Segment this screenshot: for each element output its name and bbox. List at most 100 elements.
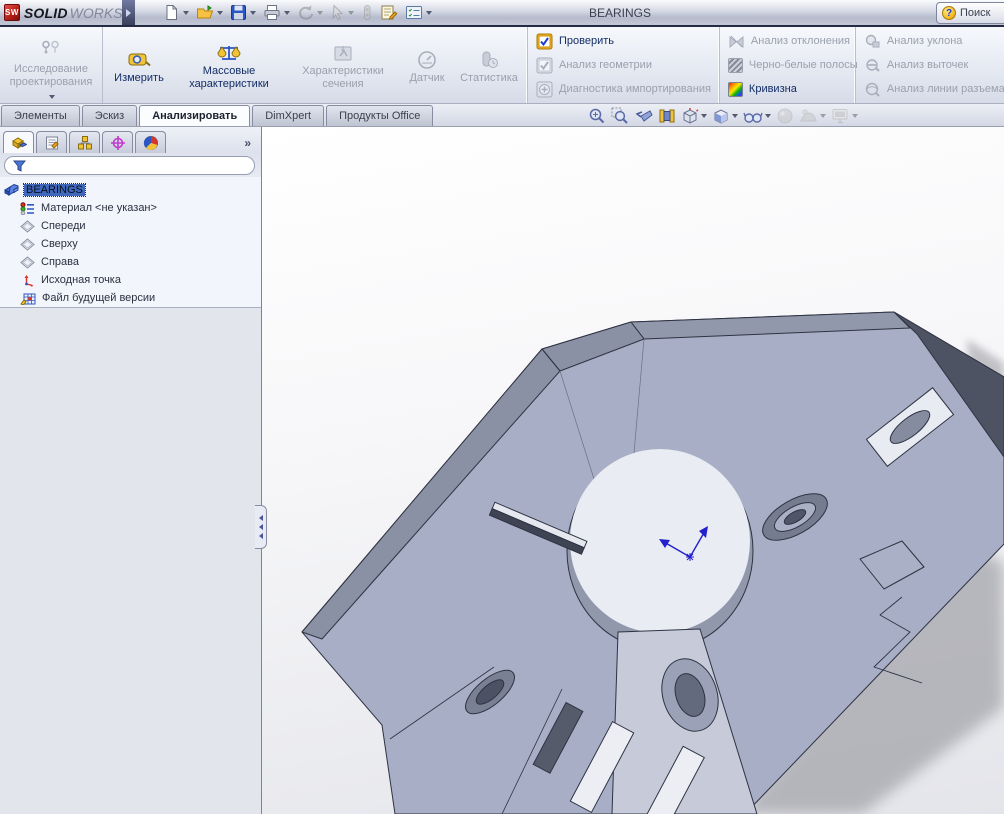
rebuild-icon [361, 4, 373, 21]
design-study-caret-icon [49, 95, 55, 99]
undo-caret-icon [317, 11, 323, 15]
print-caret-icon [284, 11, 290, 15]
undercut-analysis-icon [864, 57, 881, 74]
geometry-analysis-button[interactable]: Анализ геометрии [533, 55, 714, 76]
check-label: Проверить [559, 35, 614, 47]
draft-analysis-button[interactable]: Анализ уклона [861, 31, 1004, 52]
menu-expand-button[interactable] [122, 0, 135, 25]
previous-view-button[interactable] [634, 107, 653, 125]
select-button[interactable] [328, 3, 356, 22]
design-study-icon [40, 40, 62, 56]
title-bar: SW SOLIDWORKS [0, 0, 1004, 27]
tab-evaluate-label: Анализировать [152, 110, 237, 122]
deviation-analysis-button[interactable]: Анализ отклонения [725, 31, 861, 52]
tab-features[interactable]: Элементы [1, 105, 80, 126]
save-caret-icon [250, 11, 256, 15]
options-icon [405, 4, 423, 21]
apply-scene-button[interactable] [799, 107, 826, 125]
display-manager-tab[interactable] [135, 131, 166, 153]
design-study-button[interactable]: Исследование проектирования [5, 30, 97, 100]
undo-button[interactable] [295, 3, 325, 22]
tab-dimxpert[interactable]: DimXpert [252, 105, 324, 126]
heads-up-view-toolbar [588, 105, 858, 126]
tree-item-origin[interactable]: Исходная точка [2, 271, 261, 289]
tab-sketch[interactable]: Эскиз [82, 105, 137, 126]
tree-item-part[interactable]: BEARINGS [2, 181, 261, 199]
property-manager-tab[interactable] [36, 131, 67, 153]
parting-line-analysis-icon [864, 81, 881, 98]
section-view-button[interactable] [658, 107, 676, 125]
display-style-button[interactable] [712, 107, 738, 125]
tree-item-right-plane[interactable]: Справа [2, 253, 261, 271]
check-button[interactable]: Проверить [533, 31, 714, 52]
ribbon-group-display-analysis: Анализ отклонения Черно-белые полосы Кри… [719, 27, 855, 103]
feature-tree: BEARINGS Материал <не указан> Спереди Св… [0, 177, 261, 308]
future-version-icon [20, 292, 36, 305]
tab-dimxpert-label: DimXpert [265, 110, 311, 122]
statistics-button[interactable]: Статистика [456, 44, 522, 87]
zebra-stripes-icon [728, 58, 743, 73]
undercut-analysis-button[interactable]: Анализ выточек [861, 55, 1004, 76]
display-manager-icon [143, 135, 159, 151]
collapse-arrow-icon [259, 515, 263, 521]
panel-collapse-handle[interactable] [255, 505, 267, 549]
solidworks-logo: SW SOLIDWORKS [0, 0, 122, 25]
view-settings-button[interactable] [831, 107, 858, 125]
options-button[interactable] [403, 3, 434, 22]
rebuild-button[interactable] [359, 3, 375, 22]
edit-appearance-button[interactable] [776, 107, 794, 125]
main-area: » BEARINGS Материал <не указан> Спереди [0, 127, 1004, 814]
file-properties-button[interactable] [378, 3, 400, 22]
undercut-analysis-label: Анализ выточек [887, 59, 968, 71]
print-button[interactable] [261, 3, 292, 22]
dimxpert-manager-tab[interactable] [102, 131, 133, 153]
save-button[interactable] [228, 3, 258, 22]
manager-tabs-overflow-button[interactable]: » [244, 136, 257, 153]
curvature-button[interactable]: Кривизна [725, 79, 861, 100]
plane-icon [20, 238, 35, 251]
tree-filter-input[interactable] [30, 160, 246, 172]
bearings-model[interactable] [262, 127, 1004, 814]
check-icon [536, 33, 553, 50]
configuration-manager-tab[interactable] [69, 131, 100, 153]
configuration-manager-icon [77, 135, 93, 151]
geometry-analysis-label: Анализ геометрии [559, 59, 652, 71]
new-document-button[interactable] [161, 3, 191, 22]
zoom-fit-button[interactable] [588, 107, 606, 125]
tree-item-material[interactable]: Материал <не указан> [2, 199, 261, 217]
parting-line-analysis-button[interactable]: Анализ линии разъема [861, 79, 1004, 100]
tab-evaluate[interactable]: Анализировать [139, 105, 250, 126]
manager-tab-strip: » [0, 127, 261, 153]
tree-item-future-version[interactable]: Файл будущей версии [2, 289, 261, 307]
section-properties-button[interactable]: Характеристики сечения [288, 37, 398, 92]
logo-works-text: WORKS [70, 5, 123, 21]
mass-properties-button[interactable]: Массовые характеристики [174, 37, 284, 92]
sensor-button[interactable]: Датчик [402, 44, 452, 87]
origin-icon [20, 274, 35, 287]
measure-icon [127, 50, 151, 70]
tab-office-products[interactable]: Продукты Office [326, 105, 433, 126]
import-diagnostics-button[interactable]: Диагностика импортирования [533, 79, 714, 100]
graphics-viewport[interactable] [262, 127, 1004, 814]
hide-show-items-icon [743, 107, 763, 125]
section-view-icon [658, 107, 676, 125]
filter-funnel-icon [13, 160, 26, 172]
curvature-icon [728, 82, 743, 97]
measure-button[interactable]: Измерить [108, 44, 170, 87]
featuremanager-tree-tab[interactable] [3, 131, 34, 153]
search-button[interactable]: ? Поиск [936, 2, 1004, 24]
hide-show-items-button[interactable] [743, 107, 771, 125]
tree-item-top-plane[interactable]: Сверху [2, 235, 261, 253]
ribbon-group-measure: Измерить Массовые характеристики Характе… [102, 27, 527, 103]
solidworks-cube-icon: SW [4, 4, 20, 21]
tree-item-origin-label: Исходная точка [39, 274, 123, 286]
document-title: BEARINGS [520, 6, 720, 20]
previous-view-icon [634, 107, 653, 125]
zebra-stripes-button[interactable]: Черно-белые полосы [725, 55, 861, 76]
open-button[interactable] [194, 3, 225, 22]
view-orientation-caret-icon [701, 114, 707, 118]
tree-item-front-plane[interactable]: Спереди [2, 217, 261, 235]
draft-analysis-label: Анализ уклона [887, 35, 962, 47]
view-orientation-button[interactable] [681, 107, 707, 125]
zoom-area-button[interactable] [611, 107, 629, 125]
